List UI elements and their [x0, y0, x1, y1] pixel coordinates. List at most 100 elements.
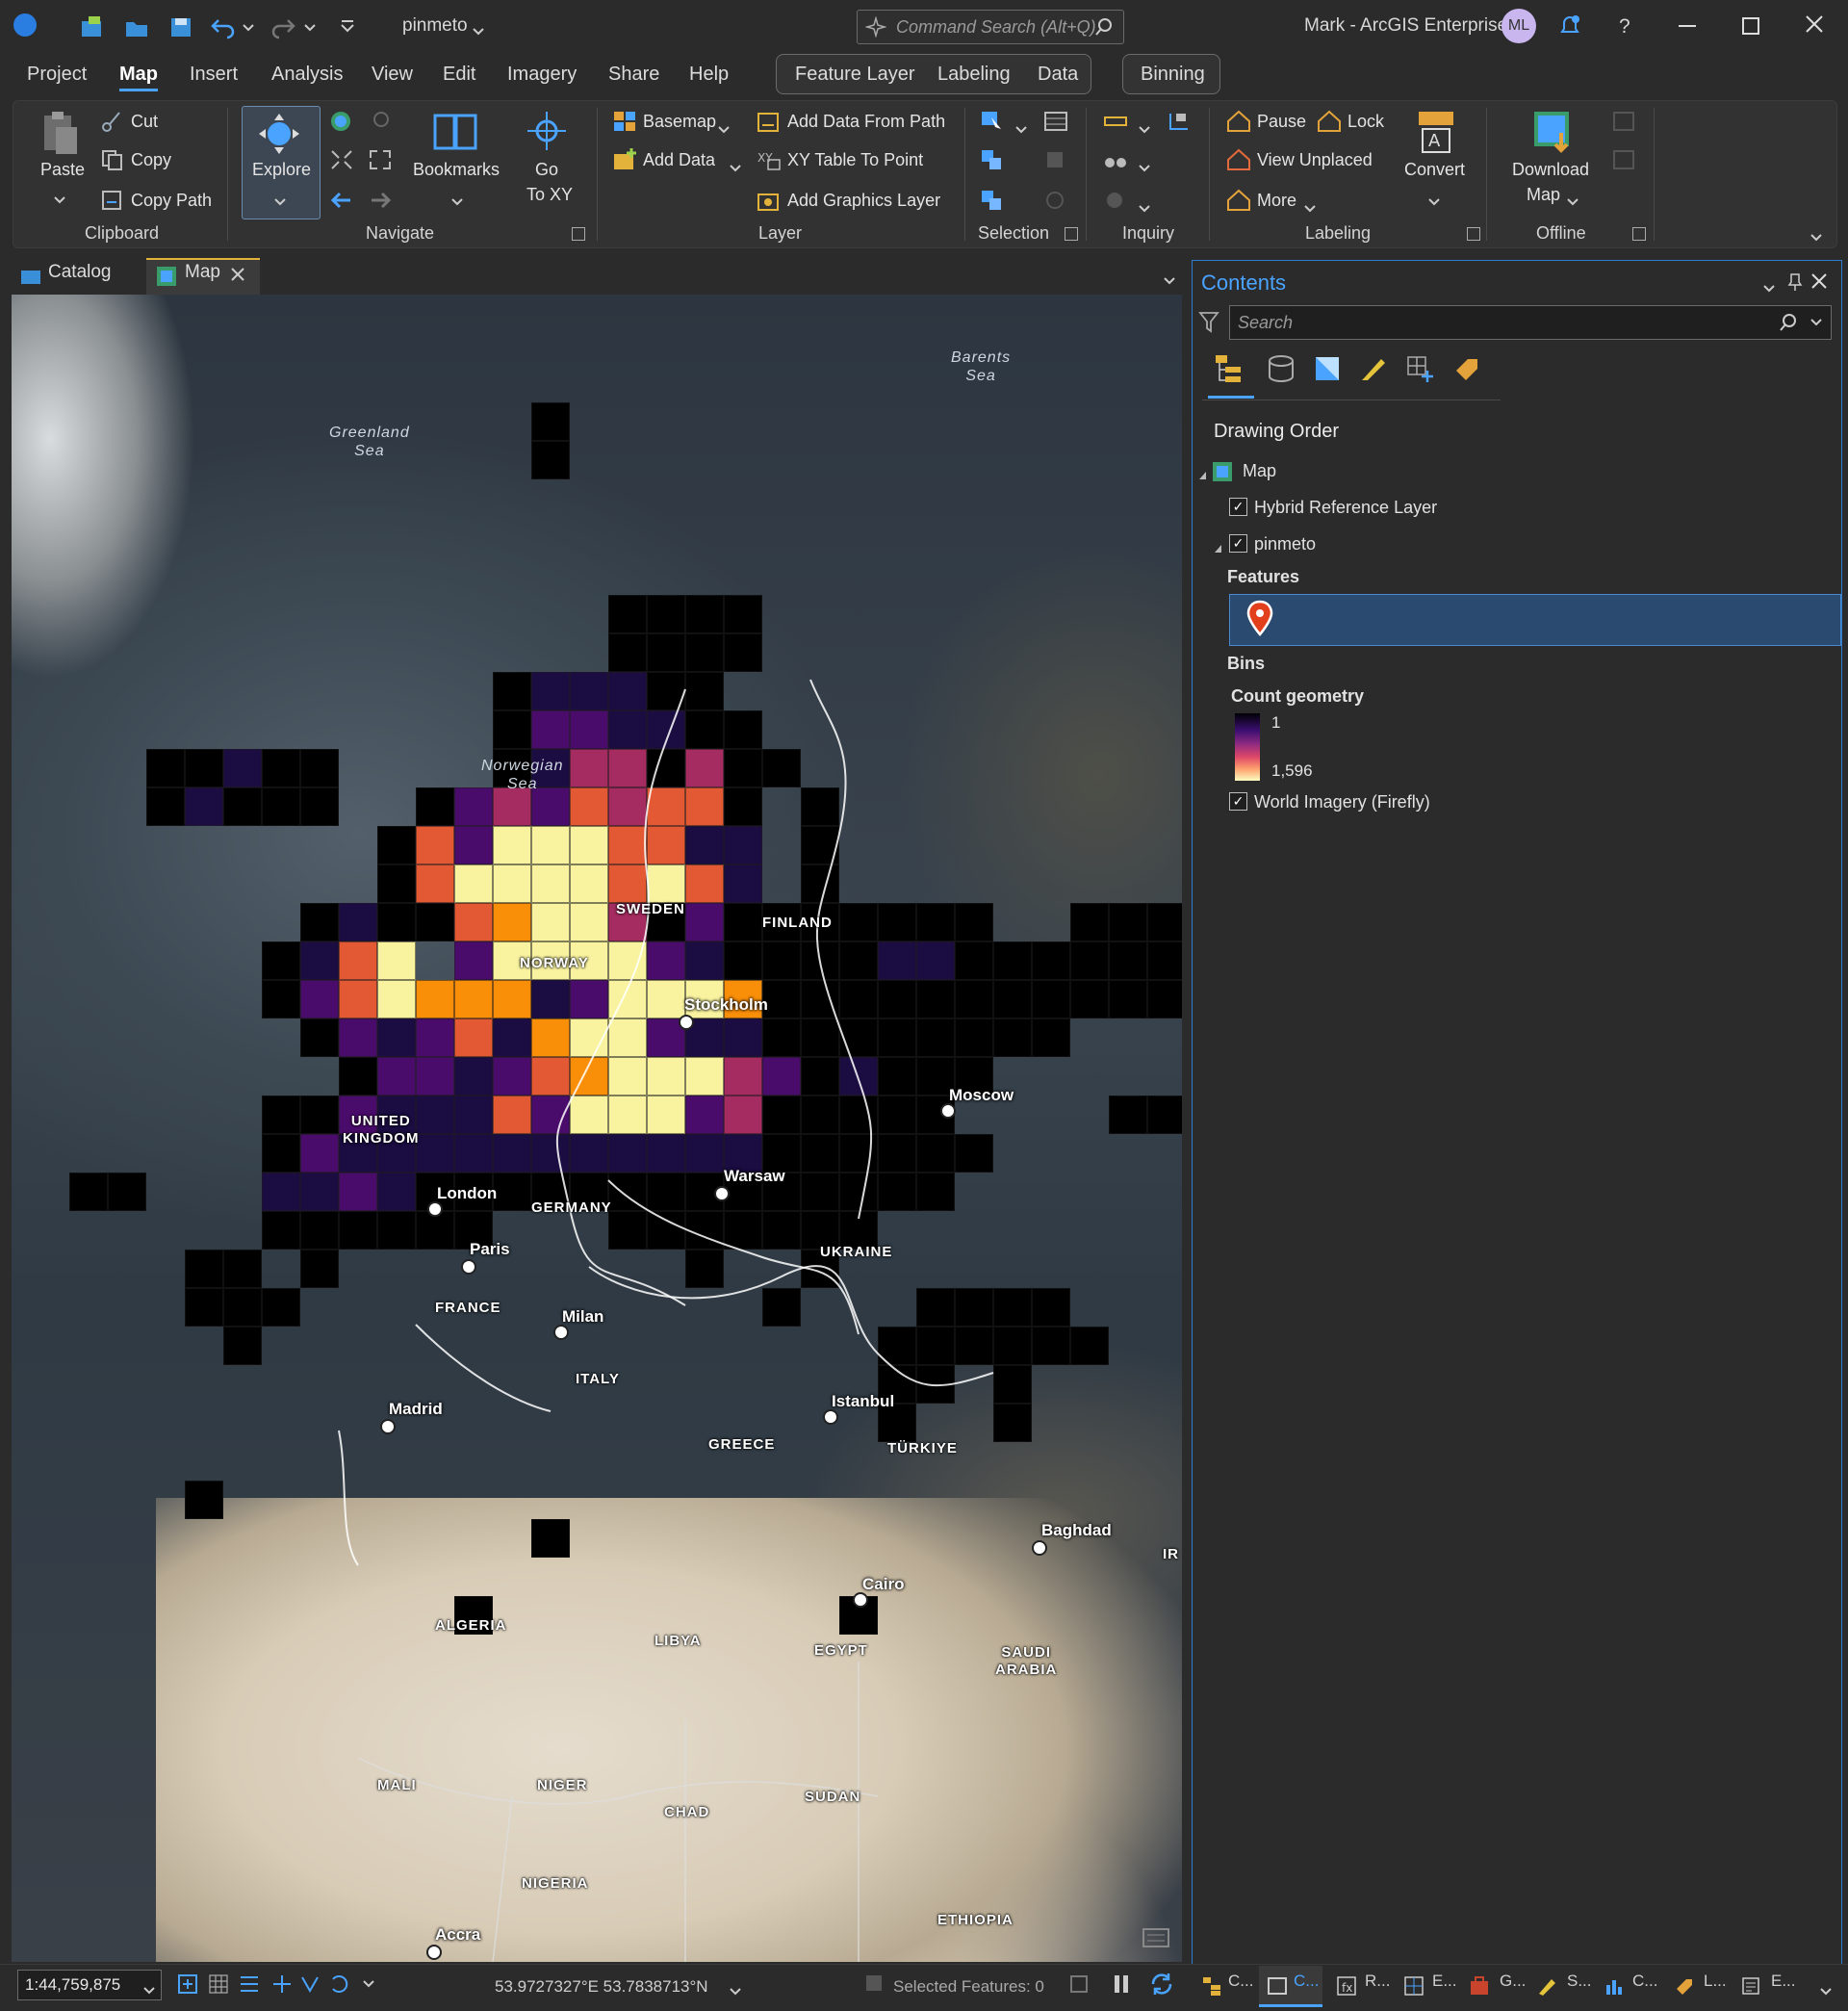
chevron-down-icon[interactable]	[1819, 1981, 1833, 2002]
labeling-pane-icon[interactable]	[1673, 1975, 1694, 2002]
chevron-down-icon[interactable]	[1427, 192, 1441, 213]
copy-button[interactable]: Copy	[131, 150, 171, 170]
maximize-icon[interactable]	[1742, 17, 1759, 35]
tab-project[interactable]: Project	[27, 64, 87, 86]
close-icon[interactable]	[1804, 13, 1825, 40]
attributes-icon[interactable]	[1043, 189, 1068, 212]
map-overview-icon[interactable]	[1142, 1925, 1170, 1956]
map-tools-icons[interactable]	[177, 1972, 389, 2002]
tab-labeling[interactable]: Labeling	[937, 64, 1011, 86]
go-label[interactable]: Go	[535, 160, 558, 180]
pinmeto-layer-checkbox[interactable]: ✓	[1229, 534, 1247, 553]
open-project-icon[interactable]	[123, 13, 150, 40]
bottom-tab-label[interactable]: E...	[1771, 1972, 1796, 1991]
list-by-source-icon[interactable]	[1266, 353, 1296, 390]
expand-icon[interactable]	[1214, 538, 1223, 559]
list-by-selection-icon[interactable]	[1312, 353, 1343, 390]
tab-insert[interactable]: Insert	[190, 64, 238, 86]
infographics-icon[interactable]	[1103, 189, 1128, 212]
tab-imagery[interactable]: Imagery	[507, 64, 577, 86]
add-graphics-layer-button[interactable]: Add Graphics Layer	[787, 191, 940, 211]
chevron-down-icon[interactable]	[450, 192, 464, 213]
map-label[interactable]: Map	[1527, 185, 1560, 205]
chevron-down-icon[interactable]	[729, 1981, 742, 2002]
pin-icon[interactable]	[1787, 272, 1803, 297]
dialog-launcher-icon[interactable]	[1632, 227, 1646, 241]
zoom-to-layer-icon[interactable]	[368, 110, 393, 133]
redo-dropdown-icon[interactable]	[302, 13, 318, 40]
chevron-down-icon[interactable]	[142, 1980, 156, 2001]
layer-pinmeto[interactable]: pinmeto	[1254, 534, 1316, 554]
tab-view[interactable]: View	[372, 64, 413, 86]
world-imagery-checkbox[interactable]: ✓	[1229, 792, 1247, 811]
filter-icon[interactable]	[1198, 311, 1219, 340]
chevron-down-icon[interactable]	[1303, 198, 1317, 219]
avatar[interactable]: ML	[1502, 9, 1536, 43]
chevron-down-icon[interactable]	[1566, 192, 1579, 213]
xy-table-to-point-button[interactable]: XY Table To Point	[787, 150, 923, 170]
add-data-from-path-button[interactable]: Add Data From Path	[787, 112, 945, 132]
dialog-launcher-icon[interactable]	[1467, 227, 1480, 241]
layer-world-imagery[interactable]: World Imagery (Firefly)	[1254, 792, 1430, 812]
contents-search-input[interactable]: Search	[1229, 305, 1832, 340]
bottom-tab-label[interactable]: E...	[1432, 1972, 1457, 1991]
previous-extent-icon[interactable]	[329, 189, 354, 212]
collapse-ribbon-icon[interactable]	[1810, 227, 1823, 248]
to-xy-label[interactable]: To XY	[526, 185, 573, 205]
convert-button[interactable]: Convert	[1404, 160, 1465, 180]
chevron-down-icon[interactable]	[729, 158, 742, 179]
close-icon[interactable]	[230, 267, 245, 288]
fixed-zoom-in-icon[interactable]	[329, 148, 354, 171]
layer-hybrid-reference[interactable]: Hybrid Reference Layer	[1254, 498, 1437, 518]
help-button[interactable]: ?	[1619, 15, 1630, 39]
minimize-icon[interactable]	[1679, 25, 1696, 27]
tab-edit[interactable]: Edit	[443, 64, 475, 86]
redo-icon[interactable]	[270, 13, 296, 40]
save-project-icon[interactable]	[167, 13, 194, 40]
bottom-tab-label[interactable]: R...	[1365, 1972, 1390, 1991]
raster-functions-icon[interactable]: fx	[1336, 1975, 1357, 2002]
command-search[interactable]: Command Search (Alt+Q)	[857, 10, 1124, 44]
pause-drawing-icon[interactable]	[1111, 1973, 1132, 2000]
select-by-attributes-icon[interactable]	[1043, 110, 1068, 133]
dialog-launcher-icon[interactable]	[1065, 227, 1078, 241]
full-extent-icon[interactable]	[329, 110, 354, 133]
list-by-drawing-order-icon[interactable]	[1214, 353, 1245, 390]
bottom-tab-label[interactable]: S...	[1567, 1972, 1592, 1991]
expand-icon[interactable]	[1198, 465, 1208, 486]
cut-button[interactable]: Cut	[131, 112, 158, 132]
chevron-down-icon[interactable]	[53, 190, 66, 211]
chart-icon[interactable]	[1604, 1975, 1625, 2002]
locate-icon[interactable]	[1167, 110, 1192, 133]
customize-toolbar-icon[interactable]	[339, 13, 356, 40]
next-extent-icon[interactable]	[368, 189, 393, 212]
tab-analysis[interactable]: Analysis	[271, 64, 343, 86]
sync-icon[interactable]	[1611, 110, 1636, 133]
tab-feature-layer[interactable]: Feature Layer	[795, 64, 915, 86]
chevron-down-icon[interactable]	[1138, 198, 1151, 219]
chevron-down-icon[interactable]	[1163, 271, 1176, 292]
list-by-editing-icon[interactable]	[1358, 353, 1389, 390]
paste-button[interactable]: Paste	[40, 160, 85, 180]
chevron-down-icon[interactable]	[1762, 278, 1776, 299]
tab-map[interactable]: Map	[119, 64, 158, 86]
pause-button[interactable]: Pause	[1257, 112, 1306, 132]
new-project-icon[interactable]	[79, 13, 106, 40]
list-by-labeling-icon[interactable]	[1450, 353, 1481, 390]
copy-path-button[interactable]: Copy Path	[131, 191, 212, 211]
tab-share[interactable]: Share	[608, 64, 659, 86]
remove-offline-icon[interactable]	[1611, 148, 1636, 171]
hybrid-layer-checkbox[interactable]: ✓	[1229, 498, 1247, 516]
add-data-button[interactable]: Add Data	[643, 150, 715, 170]
download-label[interactable]: Download	[1512, 160, 1589, 180]
element-pane-icon[interactable]	[1740, 1975, 1761, 2002]
view-unplaced-button[interactable]: View Unplaced	[1257, 150, 1373, 170]
more-button[interactable]: More	[1257, 191, 1296, 211]
chevron-down-icon[interactable]	[472, 21, 485, 42]
bottom-tab-label[interactable]: L...	[1704, 1972, 1727, 1991]
symbology-icon[interactable]	[1536, 1975, 1557, 2002]
chevron-down-icon[interactable]	[1138, 158, 1151, 179]
tab-binning[interactable]: Binning	[1141, 64, 1205, 86]
refresh-icon[interactable]	[1149, 1972, 1174, 2002]
clear-selection-icon[interactable]	[980, 189, 1005, 212]
